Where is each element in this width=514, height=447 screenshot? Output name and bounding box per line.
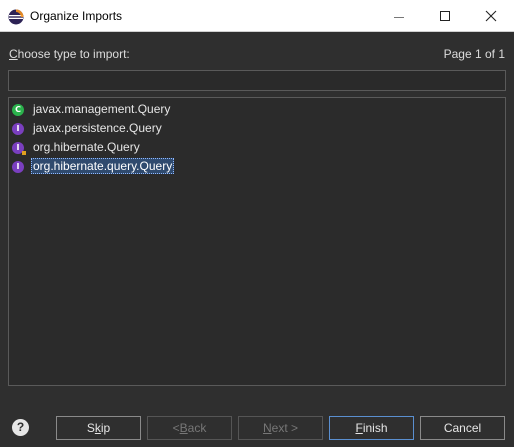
back-label-pre: < [172,421,180,435]
close-icon [485,10,497,22]
skip-label-pre: S [86,421,95,435]
list-item-selected[interactable]: I org.hibernate.query.Query [9,158,505,177]
prompt-text: hoose type to import: [17,47,130,61]
back-label-post: ack [187,421,207,435]
back-button[interactable]: < Back [147,416,232,440]
cancel-label: Cancel [443,421,482,435]
finish-mnemonic: F [355,421,363,435]
type-name: org.hibernate.query.Query [31,158,175,174]
next-mnemonic: N [262,421,272,435]
type-name: org.hibernate.Query [33,140,140,154]
interface-icon: I [12,161,24,173]
window-title: Organize Imports [30,9,123,23]
skip-label-post: ip [100,421,111,435]
skip-button[interactable]: Sk ip [56,416,141,440]
class-icon: C [12,104,24,116]
page-indicator: Page 1 of 1 [443,47,505,61]
list-item[interactable]: I javax.persistence.Query [9,120,505,139]
minimize-button[interactable] [376,0,422,32]
next-label-post: ext > [271,421,299,435]
eclipse-icon [8,9,24,25]
type-name: javax.persistence.Query [33,121,162,135]
list-item[interactable]: I org.hibernate.Query [9,139,505,158]
next-button[interactable]: Next > [238,416,323,440]
mnemonic-c: C [9,47,18,61]
list-item[interactable]: C javax.management.Query [9,101,505,120]
back-mnemonic: B [179,421,188,435]
title-bar: Organize Imports [0,0,514,32]
interface-icon: I [12,123,24,135]
cancel-button[interactable]: Cancel [420,416,505,440]
interface-deprecated-icon: I [12,142,26,155]
minimize-icon [394,16,404,18]
type-name: javax.management.Query [33,102,171,116]
type-list[interactable]: C javax.management.Query I javax.persist… [8,97,506,386]
maximize-button[interactable] [422,0,468,32]
finish-label-post: inish [362,421,388,435]
close-button[interactable] [468,0,514,32]
maximize-icon [440,11,450,21]
choose-type-label: Choose type to import: [9,47,130,61]
help-icon[interactable]: ? [12,419,29,436]
type-filter-input[interactable] [8,70,506,91]
finish-button[interactable]: Finish [329,416,414,440]
